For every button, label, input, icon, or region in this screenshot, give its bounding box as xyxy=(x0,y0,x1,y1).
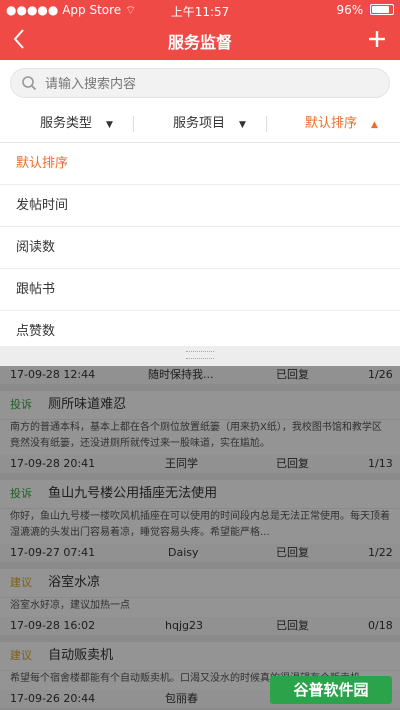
drag-handle[interactable] xyxy=(186,351,214,359)
filter-divider xyxy=(266,116,267,132)
filter-sort-label: 默认排序 xyxy=(305,116,358,131)
filter-service-item-label: 服务项目 xyxy=(173,116,226,131)
page-title: 服务监督 xyxy=(167,33,232,52)
triangle-down-icon: ▼ xyxy=(239,120,246,130)
plus-icon xyxy=(369,31,385,47)
watermark-logo: 谷普软件园 xyxy=(270,676,392,704)
battery-icon xyxy=(370,4,394,15)
filter-sort[interactable]: 默认排序 ▲ xyxy=(305,106,378,142)
filter-service-type[interactable]: 服务类型 ▼ xyxy=(40,106,113,142)
filter-divider xyxy=(133,116,134,132)
battery-percent: 96% xyxy=(336,3,364,17)
sort-option-default[interactable]: 默认排序 xyxy=(0,143,400,185)
status-bar: ●●●●● App Store ⌔ 上午11:57 96% xyxy=(0,0,400,20)
status-right: 96% xyxy=(336,3,394,17)
sort-option-read-count[interactable]: 阅读数 xyxy=(0,227,400,269)
search-box[interactable] xyxy=(10,68,390,98)
nav-bar: 服务监督 xyxy=(0,20,400,60)
search-area xyxy=(0,60,400,106)
filter-bar: 服务类型 ▼ 服务项目 ▼ 默认排序 ▲ xyxy=(0,106,400,143)
sort-dropdown: 默认排序 发帖时间 阅读数 跟帖书 点赞数 xyxy=(0,143,400,353)
filter-service-type-label: 服务类型 xyxy=(40,116,93,131)
triangle-down-icon: ▼ xyxy=(106,120,113,130)
triangle-up-icon: ▲ xyxy=(371,120,378,130)
sort-option-post-time[interactable]: 发帖时间 xyxy=(0,185,400,227)
sort-option-reply-count[interactable]: 跟帖书 xyxy=(0,269,400,311)
add-post-button[interactable] xyxy=(368,22,386,56)
filter-service-item[interactable]: 服务项目 ▼ xyxy=(173,106,246,142)
dropdown-handle xyxy=(0,346,400,366)
search-input[interactable] xyxy=(43,73,377,95)
dim-overlay[interactable] xyxy=(0,366,400,710)
search-icon xyxy=(22,76,37,91)
